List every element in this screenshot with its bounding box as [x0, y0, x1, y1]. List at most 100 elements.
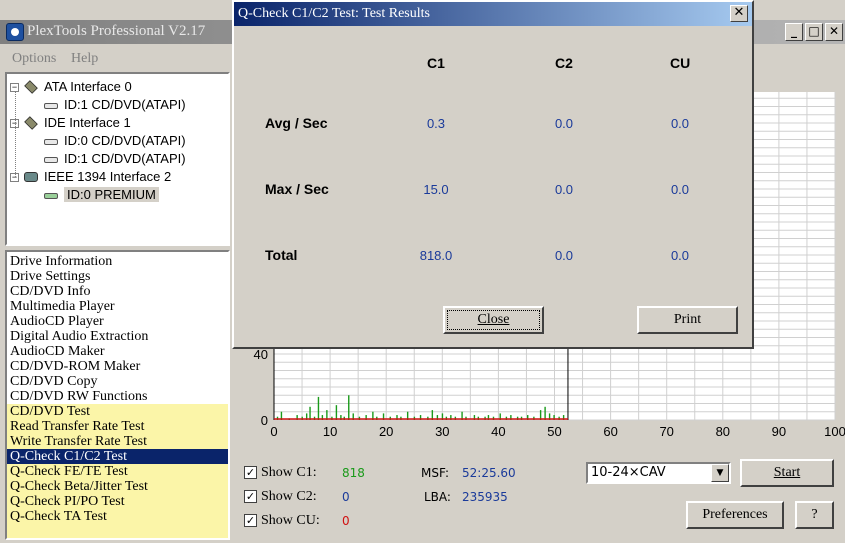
cu-count: 0 [342, 514, 350, 528]
show-cu-label: Show CU: [261, 513, 320, 528]
avg-c2: 0.0 [554, 116, 574, 131]
list-item-active[interactable]: Q-Check C1/C2 Test [7, 449, 228, 464]
list-item[interactable]: Digital Audio Extraction [7, 329, 228, 344]
tree-node-label: ID:0 CD/DVD(ATAPI) [64, 133, 186, 148]
lba-value: 235935 [462, 490, 508, 504]
x-tick-label: 30 [435, 424, 449, 439]
drive-icon [44, 157, 58, 163]
list-item[interactable]: AudioCD Maker [7, 344, 228, 359]
menu-options[interactable]: Options [12, 51, 56, 67]
preferences-button-label: Preferences [702, 507, 768, 522]
list-item[interactable]: CD/DVD RW Functions [7, 389, 228, 404]
list-item[interactable]: Multimedia Player [7, 299, 228, 314]
drive-icon [44, 103, 58, 109]
print-button-label: Print [673, 312, 702, 327]
drive-icon [44, 139, 58, 145]
x-tick-label: 40 [491, 424, 505, 439]
msf-value: 52:25.60 [462, 466, 516, 480]
main-window-title: PlexTools Professional V2.17 [27, 23, 206, 39]
speed-select-value: 10-24×CAV [591, 465, 666, 480]
list-item[interactable]: Drive Information [7, 254, 228, 269]
column-header-c1: C1 [427, 55, 445, 71]
avg-cu: 0.0 [670, 116, 690, 131]
avg-c1: 0.3 [426, 116, 446, 131]
minimize-button[interactable]: _ [785, 23, 803, 41]
dialog-title-bar: Q-Check C1/C2 Test: Test Results ✕ [234, 2, 752, 26]
show-c2-checkbox[interactable]: ✓ [244, 490, 257, 503]
x-tick-label: 90 [772, 424, 786, 439]
function-list[interactable]: Drive Information Drive Settings CD/DVD … [5, 250, 230, 540]
show-c1-checkbox[interactable]: ✓ [244, 466, 257, 479]
list-item[interactable]: Q-Check TA Test [7, 509, 228, 524]
drive-icon [44, 193, 58, 199]
help-button-label: ? [811, 507, 818, 522]
row-label-max: Max / Sec [265, 181, 329, 197]
plextools-app-icon [6, 23, 24, 41]
interface-icon [24, 116, 38, 130]
list-item[interactable]: CD/DVD Test [7, 404, 228, 419]
x-tick-label: 60 [603, 424, 617, 439]
tree-line [15, 91, 16, 177]
interface-icon [24, 80, 38, 94]
msf-label: MSF: [421, 466, 449, 480]
c2-count: 0 [342, 490, 350, 504]
list-item[interactable]: Read Transfer Rate Test [7, 419, 228, 434]
total-c1: 818.0 [419, 248, 453, 263]
ieee1394-icon [24, 172, 38, 182]
y-tick-label: 40 [254, 347, 268, 362]
c1-bar [309, 406, 311, 420]
tree-node-label: ID:0 PREMIUM [64, 187, 159, 202]
list-item[interactable]: Q-Check Beta/Jitter Test [7, 479, 228, 494]
total-c2: 0.0 [554, 248, 574, 263]
total-cu: 0.0 [670, 248, 690, 263]
dialog-close-icon[interactable]: ✕ [730, 5, 748, 22]
x-tick-label: 20 [379, 424, 393, 439]
close-main-button[interactable]: ✕ [825, 23, 843, 41]
list-item[interactable]: Write Transfer Rate Test [7, 434, 228, 449]
list-item[interactable]: Q-Check FE/TE Test [7, 464, 228, 479]
x-tick-label: 80 [716, 424, 730, 439]
print-button[interactable]: Print [637, 306, 738, 334]
close-button[interactable]: Close [443, 306, 544, 334]
max-c1: 15.0 [423, 182, 449, 197]
list-item[interactable]: Drive Settings [7, 269, 228, 284]
c1-bar [544, 406, 546, 420]
tree-node-label: ID:1 CD/DVD(ATAPI) [64, 97, 186, 112]
max-c2: 0.0 [554, 182, 574, 197]
c1-bar [335, 405, 338, 420]
speed-select[interactable]: 10-24×CAV ▼ [586, 462, 731, 484]
menu-bar: Options Help [0, 46, 235, 70]
chevron-down-icon[interactable]: ▼ [711, 464, 729, 482]
x-tick-label: 10 [323, 424, 337, 439]
start-button[interactable]: Start [740, 459, 834, 487]
dialog-title: Q-Check C1/C2 Test: Test Results [238, 6, 430, 21]
x-tick-label: 50 [547, 424, 561, 439]
c1-count: 818 [342, 466, 365, 480]
list-item[interactable]: CD/DVD Info [7, 284, 228, 299]
close-button-label: Close [477, 312, 510, 327]
max-cu: 0.0 [670, 182, 690, 197]
start-button-label: Start [773, 465, 801, 480]
y-tick-label: 0 [261, 413, 268, 428]
tree-node-label: IEEE 1394 Interface 2 [44, 169, 172, 184]
list-item[interactable]: CD/DVD Copy [7, 374, 228, 389]
x-tick-label: 100 [824, 424, 845, 439]
c1-bar [317, 396, 320, 420]
preferences-button[interactable]: Preferences [686, 501, 784, 529]
x-tick-label: 70 [659, 424, 673, 439]
tree-node-label: IDE Interface 1 [44, 115, 131, 130]
row-label-total: Total [265, 247, 298, 263]
column-header-cu: CU [670, 55, 691, 71]
show-c1-label: Show C1: [261, 465, 317, 480]
maximize-button[interactable]: □ [805, 23, 823, 41]
menu-help[interactable]: Help [71, 51, 98, 67]
device-tree[interactable]: − ATA Interface 0 ID:1 CD/DVD(ATAPI) − I… [5, 72, 230, 246]
list-item[interactable]: CD/DVD-ROM Maker [7, 359, 228, 374]
show-cu-checkbox[interactable]: ✓ [244, 514, 257, 527]
help-button[interactable]: ? [795, 501, 834, 529]
test-results-dialog: Q-Check C1/C2 Test: Test Results ✕ C1 C2… [232, 0, 754, 349]
lba-label: LBA: [424, 490, 451, 504]
list-item[interactable]: Q-Check PI/PO Test [7, 494, 228, 509]
list-item[interactable]: AudioCD Player [7, 314, 228, 329]
x-tick-label: 0 [270, 424, 277, 439]
